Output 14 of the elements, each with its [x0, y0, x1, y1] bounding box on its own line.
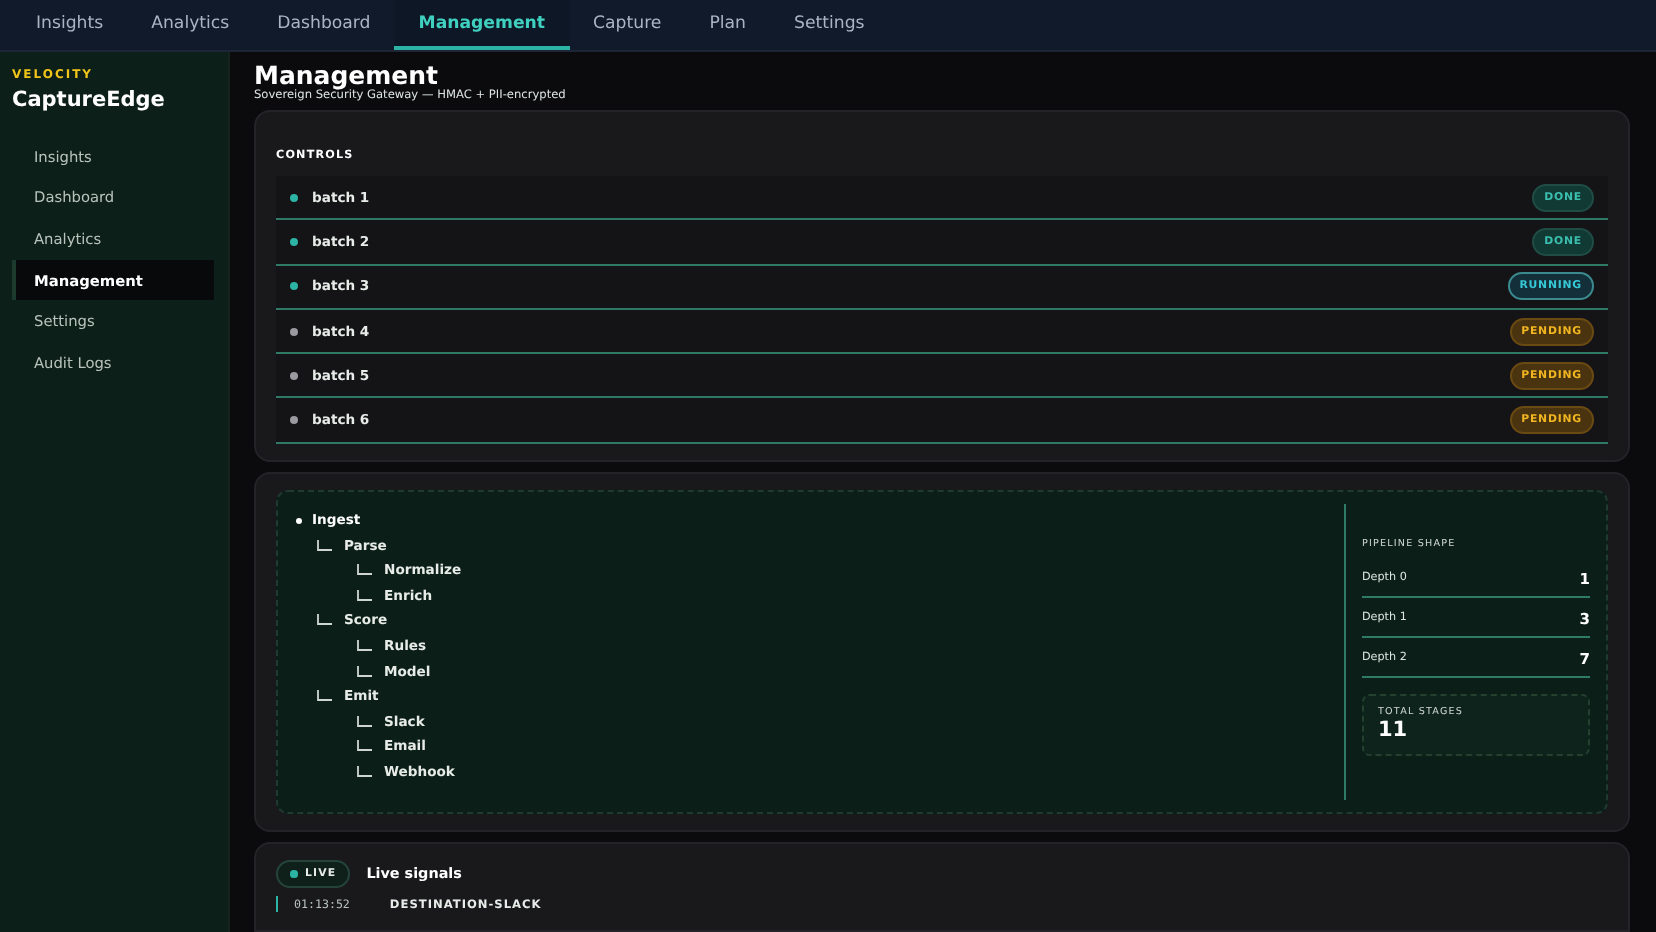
nav-tab[interactable]: Plan: [685, 0, 770, 50]
page-title: Management: [254, 62, 439, 90]
nav-tab[interactable]: Analytics: [127, 0, 254, 50]
nav-tab[interactable]: Insights: [12, 0, 128, 50]
total-value: 11: [1378, 717, 1408, 742]
nav-tab[interactable]: Management: [394, 0, 570, 50]
brand-name: CaptureEdge: [12, 88, 165, 112]
branch-icon: [316, 614, 332, 627]
nav-tab[interactable]: Dashboard: [253, 0, 395, 50]
branch-icon: [316, 539, 332, 552]
branch-icon: [316, 690, 332, 703]
nav-tab[interactable]: Settings: [770, 0, 889, 50]
nav-tab[interactable]: Capture: [569, 0, 686, 50]
bullet-icon: [296, 517, 302, 524]
